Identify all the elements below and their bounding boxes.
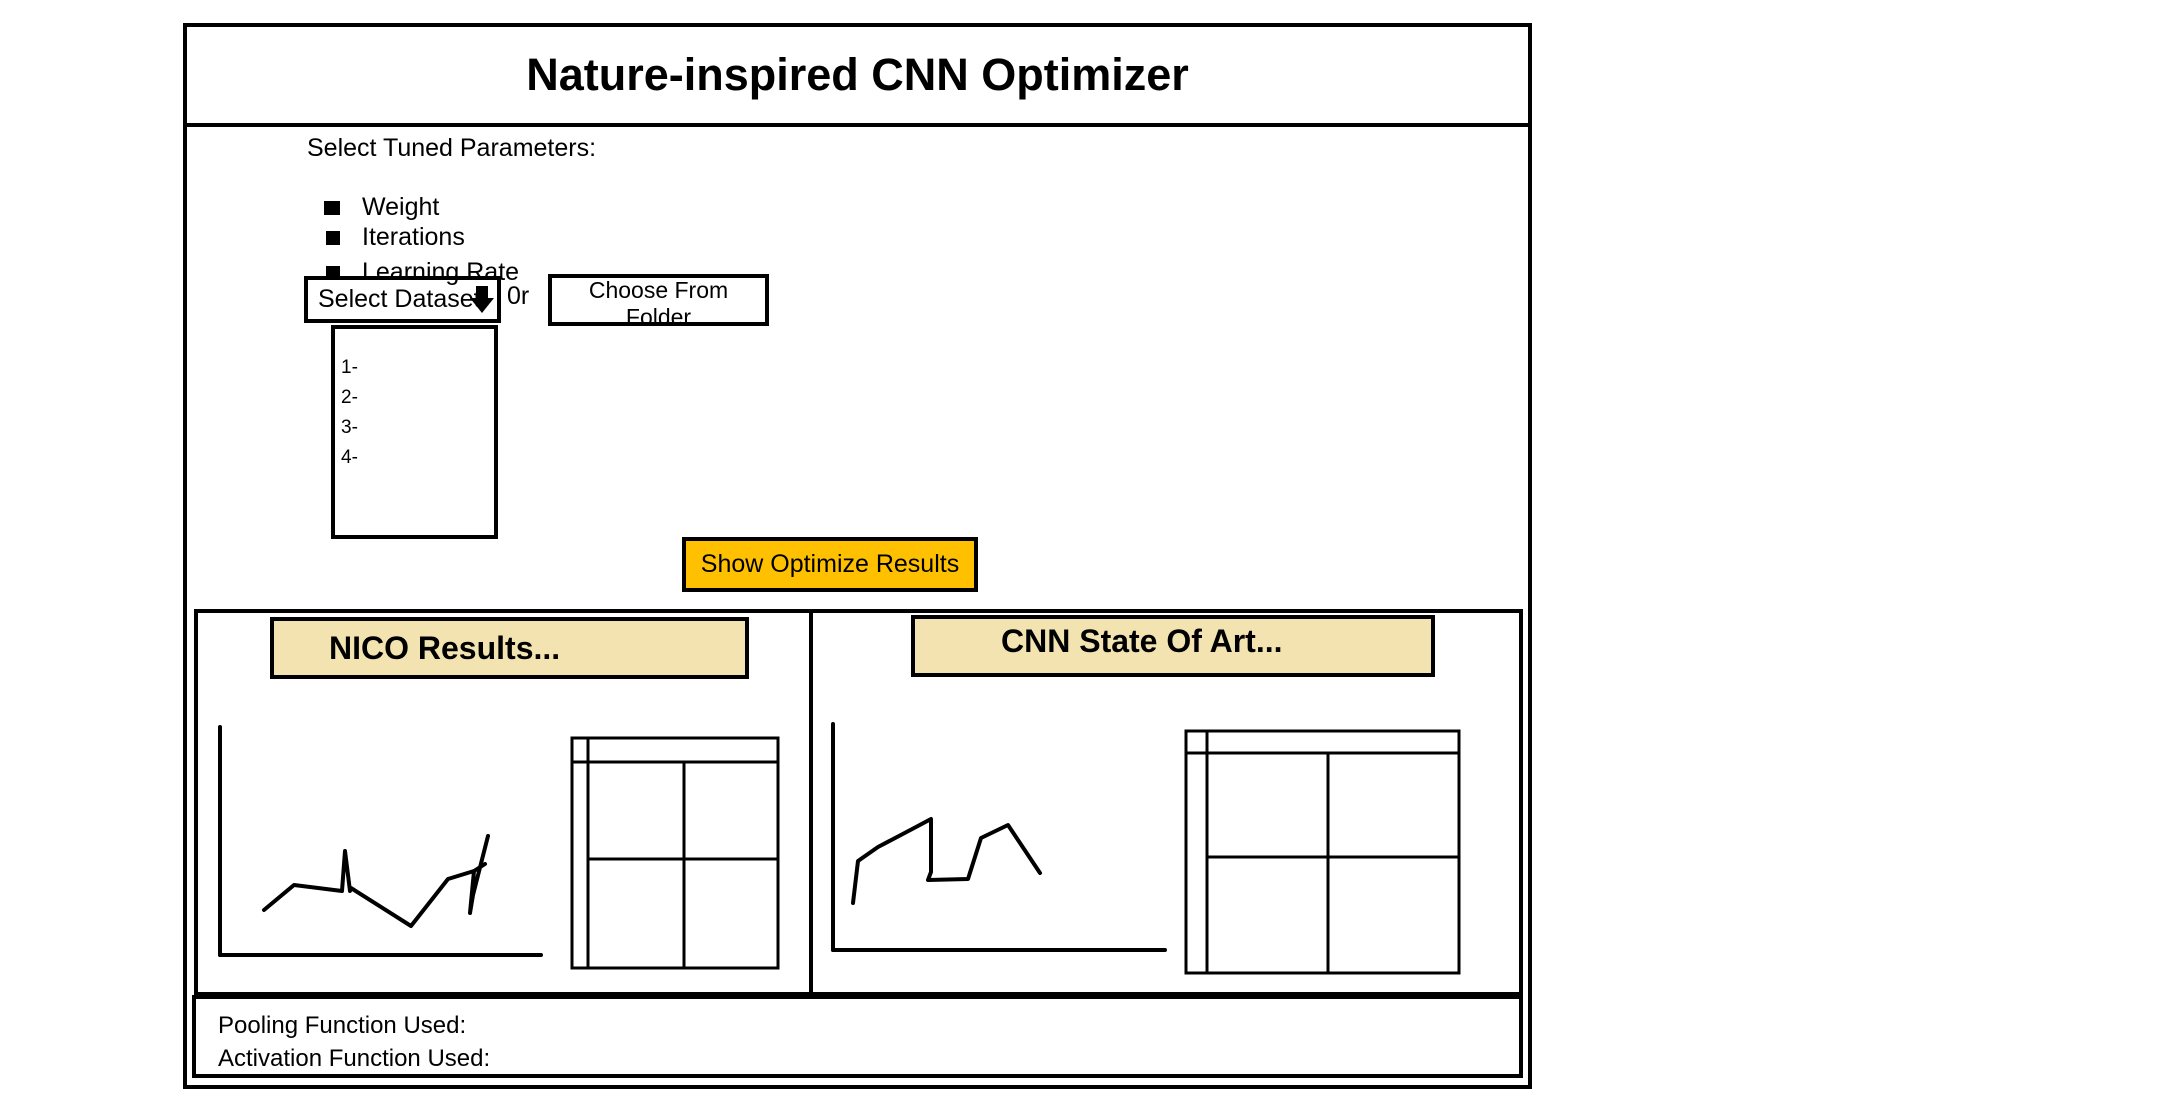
dataset-option[interactable]: 1- <box>341 353 494 383</box>
param-weight-checkbox[interactable]: Weight <box>324 193 439 222</box>
function-info-panel: Pooling Function Used: Activation Functi… <box>192 995 1523 1078</box>
checkbox-icon <box>326 230 340 245</box>
dataset-option[interactable]: 4- <box>341 443 494 473</box>
dataset-option[interactable]: 3- <box>341 413 494 443</box>
select-dataset-label: Select Dataset <box>318 285 481 313</box>
title-bar: Nature-inspired CNN Optimizer <box>187 27 1528 127</box>
param-weight-label: Weight <box>362 193 440 221</box>
show-optimize-results-button[interactable]: Show Optimize Results <box>682 537 978 592</box>
checkbox-icon <box>324 200 340 215</box>
arrow-down-icon <box>470 286 494 313</box>
or-text: 0r <box>507 282 530 310</box>
pooling-function-label: Pooling Function Used: <box>218 1012 467 1039</box>
results-panel: NICO Results... CNN State Of Art... <box>194 609 1523 996</box>
tuned-parameters-label: Select Tuned Parameters: <box>307 134 597 162</box>
param-iterations-checkbox[interactable]: Iterations <box>326 223 465 252</box>
dataset-option[interactable]: 2- <box>341 383 494 413</box>
optimizer-window: Nature-inspired CNN Optimizer Select Tun… <box>183 23 1532 1089</box>
page-title: Nature-inspired CNN Optimizer <box>526 49 1189 100</box>
param-iterations-label: Iterations <box>362 223 465 251</box>
cnn-results-table <box>1184 729 1461 975</box>
choose-from-folder-button[interactable]: Choose From Folder <box>548 274 769 330</box>
dataset-list: 1- 2- 3- 4- <box>331 325 498 539</box>
activation-function-label: Activation Function Used: <box>218 1045 491 1072</box>
select-dataset-dropdown[interactable]: Select Dataset <box>304 276 501 323</box>
